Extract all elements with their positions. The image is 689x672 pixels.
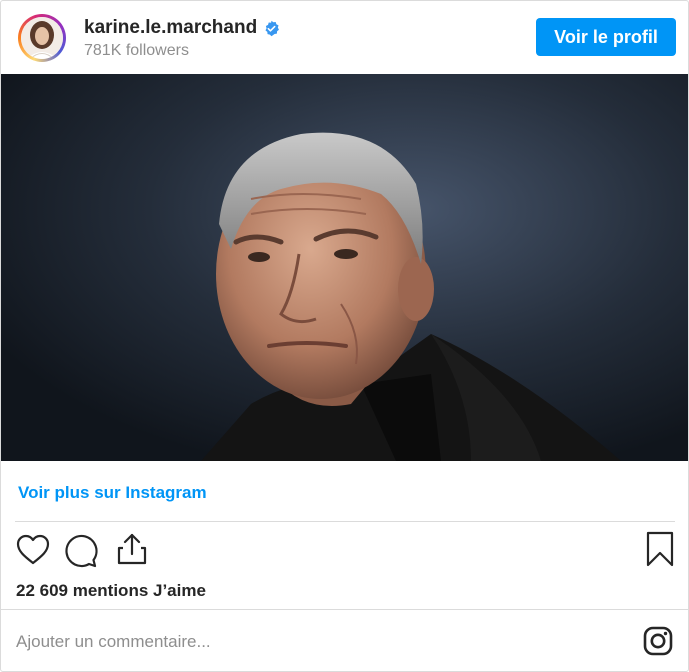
username-row: karine.le.marchand bbox=[84, 17, 280, 39]
heart-icon[interactable] bbox=[16, 534, 50, 571]
instagram-icon[interactable] bbox=[643, 626, 673, 661]
avatar[interactable] bbox=[18, 14, 66, 62]
username[interactable]: karine.le.marchand bbox=[84, 17, 257, 39]
divider bbox=[1, 609, 688, 610]
share-icon[interactable] bbox=[115, 532, 149, 571]
comment-icon[interactable] bbox=[64, 534, 98, 573]
comment-input[interactable] bbox=[16, 632, 616, 652]
post-header: karine.le.marchand 781K followers Voir l… bbox=[1, 1, 688, 73]
post-image[interactable] bbox=[1, 74, 688, 461]
avatar-image bbox=[21, 17, 63, 59]
followers-count: 781K followers bbox=[84, 42, 189, 59]
view-more-on-instagram-link[interactable]: Voir plus sur Instagram bbox=[18, 483, 207, 503]
likes-count: 22 609 mentions J’aime bbox=[16, 581, 206, 600]
verified-badge-icon bbox=[263, 20, 280, 37]
view-profile-button[interactable]: Voir le profil bbox=[536, 18, 676, 56]
divider bbox=[15, 521, 675, 522]
bookmark-icon[interactable] bbox=[645, 531, 675, 572]
instagram-embed-card: karine.le.marchand 781K followers Voir l… bbox=[0, 0, 689, 672]
